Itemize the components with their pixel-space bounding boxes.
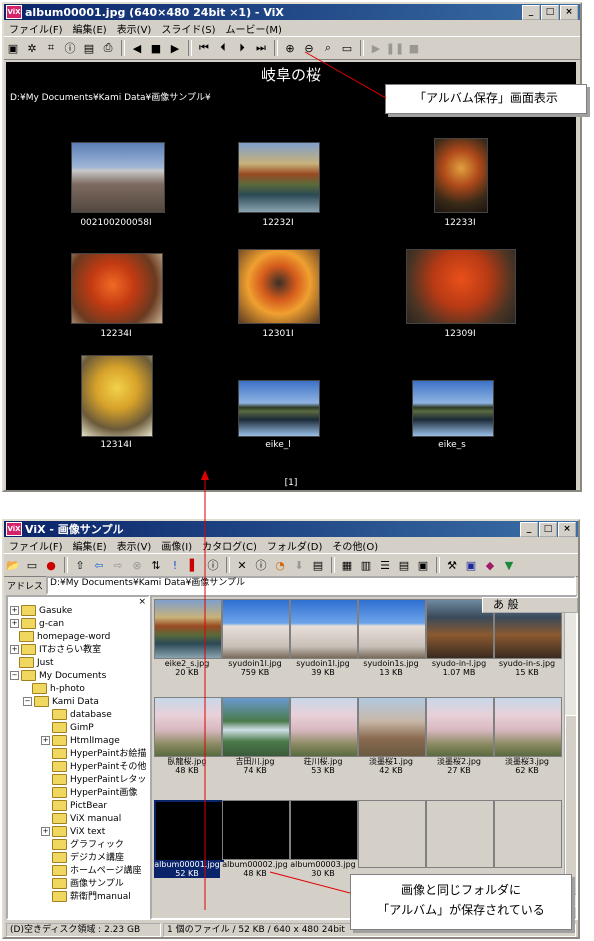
- annotation-line: [269, 871, 351, 894]
- annotation-overlay: [201, 51, 387, 910]
- annotation-arrowhead: [201, 470, 209, 480]
- annotation-line: [304, 51, 387, 99]
